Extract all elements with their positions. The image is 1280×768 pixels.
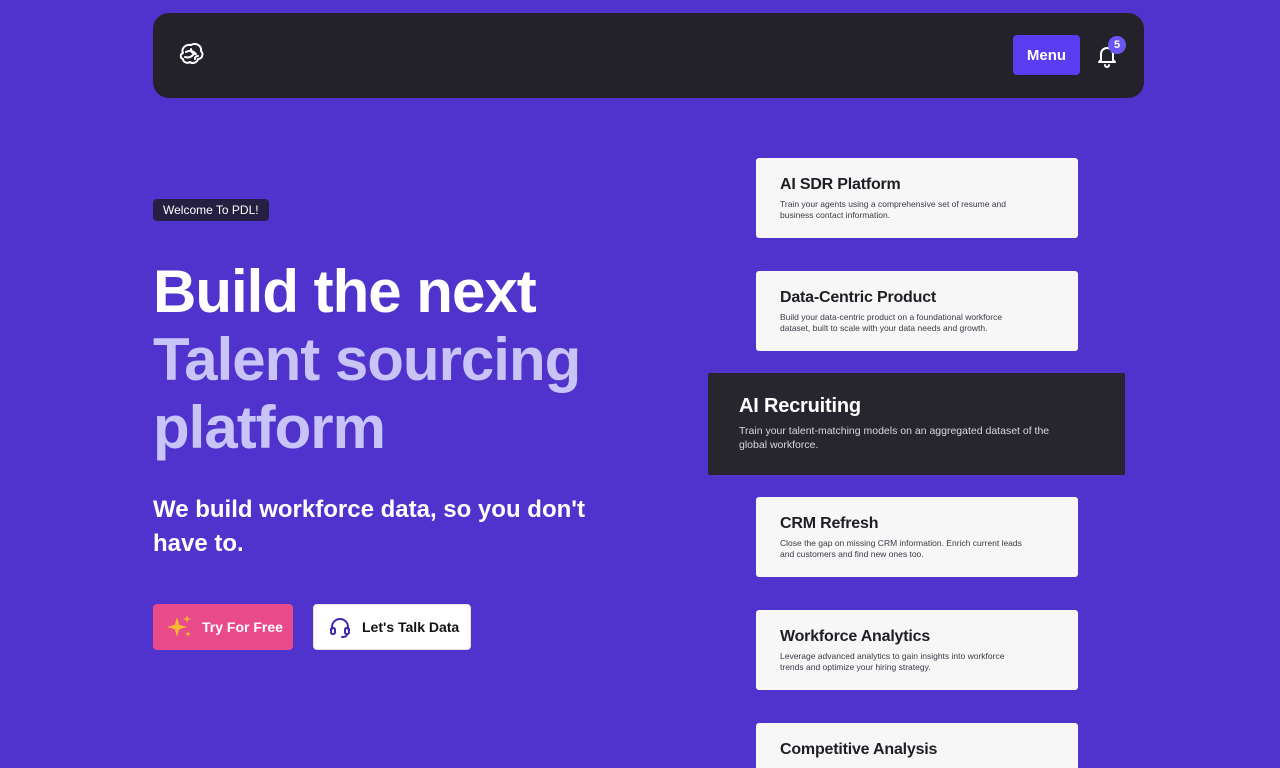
lets-talk-data-label: Let's Talk Data bbox=[362, 619, 460, 635]
menu-button[interactable]: Menu bbox=[1013, 35, 1080, 75]
card-crm-refresh[interactable]: CRM Refresh Close the gap on missing CRM… bbox=[756, 497, 1078, 577]
card-data-centric-product[interactable]: Data-Centric Product Build your data-cen… bbox=[756, 271, 1078, 351]
card-ai-sdr-platform[interactable]: AI SDR Platform Train your agents using … bbox=[756, 158, 1078, 238]
lets-talk-data-button[interactable]: Let's Talk Data bbox=[313, 604, 471, 650]
card-title: Data-Centric Product bbox=[780, 289, 937, 306]
card-title: Competitive Analysis bbox=[780, 741, 938, 758]
card-title: Workforce Analytics bbox=[780, 628, 931, 645]
headline-line-3: platform bbox=[153, 394, 386, 461]
welcome-badge: Welcome To PDL! bbox=[153, 199, 269, 221]
sparkles-icon bbox=[167, 615, 191, 637]
card-ai-recruiting[interactable]: AI Recruiting Train your talent-matching… bbox=[708, 373, 1125, 475]
headline-line-1: Build the next bbox=[153, 258, 537, 325]
card-description: Leverage advanced analytics to gain insi… bbox=[780, 651, 1005, 672]
headset-icon bbox=[330, 618, 350, 638]
notification-badge: 5 bbox=[1108, 36, 1126, 54]
try-for-free-button[interactable]: Try For Free bbox=[153, 604, 293, 650]
card-description: Train your agents using a comprehensive … bbox=[780, 199, 1007, 220]
card-competitive-analysis[interactable]: Competitive Analysis bbox=[756, 723, 1078, 768]
card-description: Build your data-centric product on a fou… bbox=[780, 312, 1003, 333]
hero-headline: Build the next Talent sourcing platform bbox=[153, 258, 673, 462]
card-workforce-analytics[interactable]: Workforce Analytics Leverage advanced an… bbox=[756, 610, 1078, 690]
card-title: AI Recruiting bbox=[739, 395, 861, 417]
card-title: CRM Refresh bbox=[780, 515, 879, 532]
hero-subheadline: We build workforce data, so you don't ha… bbox=[153, 496, 585, 557]
top-navbar: Menu 5 bbox=[153, 13, 1144, 98]
try-for-free-label: Try For Free bbox=[202, 619, 283, 635]
card-description: Close the gap on missing CRM information… bbox=[780, 538, 1022, 559]
card-description: Train your talent-matching models on an … bbox=[739, 425, 1050, 451]
brain-logo-icon[interactable] bbox=[177, 41, 207, 69]
headline-line-2: Talent sourcing bbox=[153, 326, 581, 393]
card-title: AI SDR Platform bbox=[780, 176, 901, 193]
